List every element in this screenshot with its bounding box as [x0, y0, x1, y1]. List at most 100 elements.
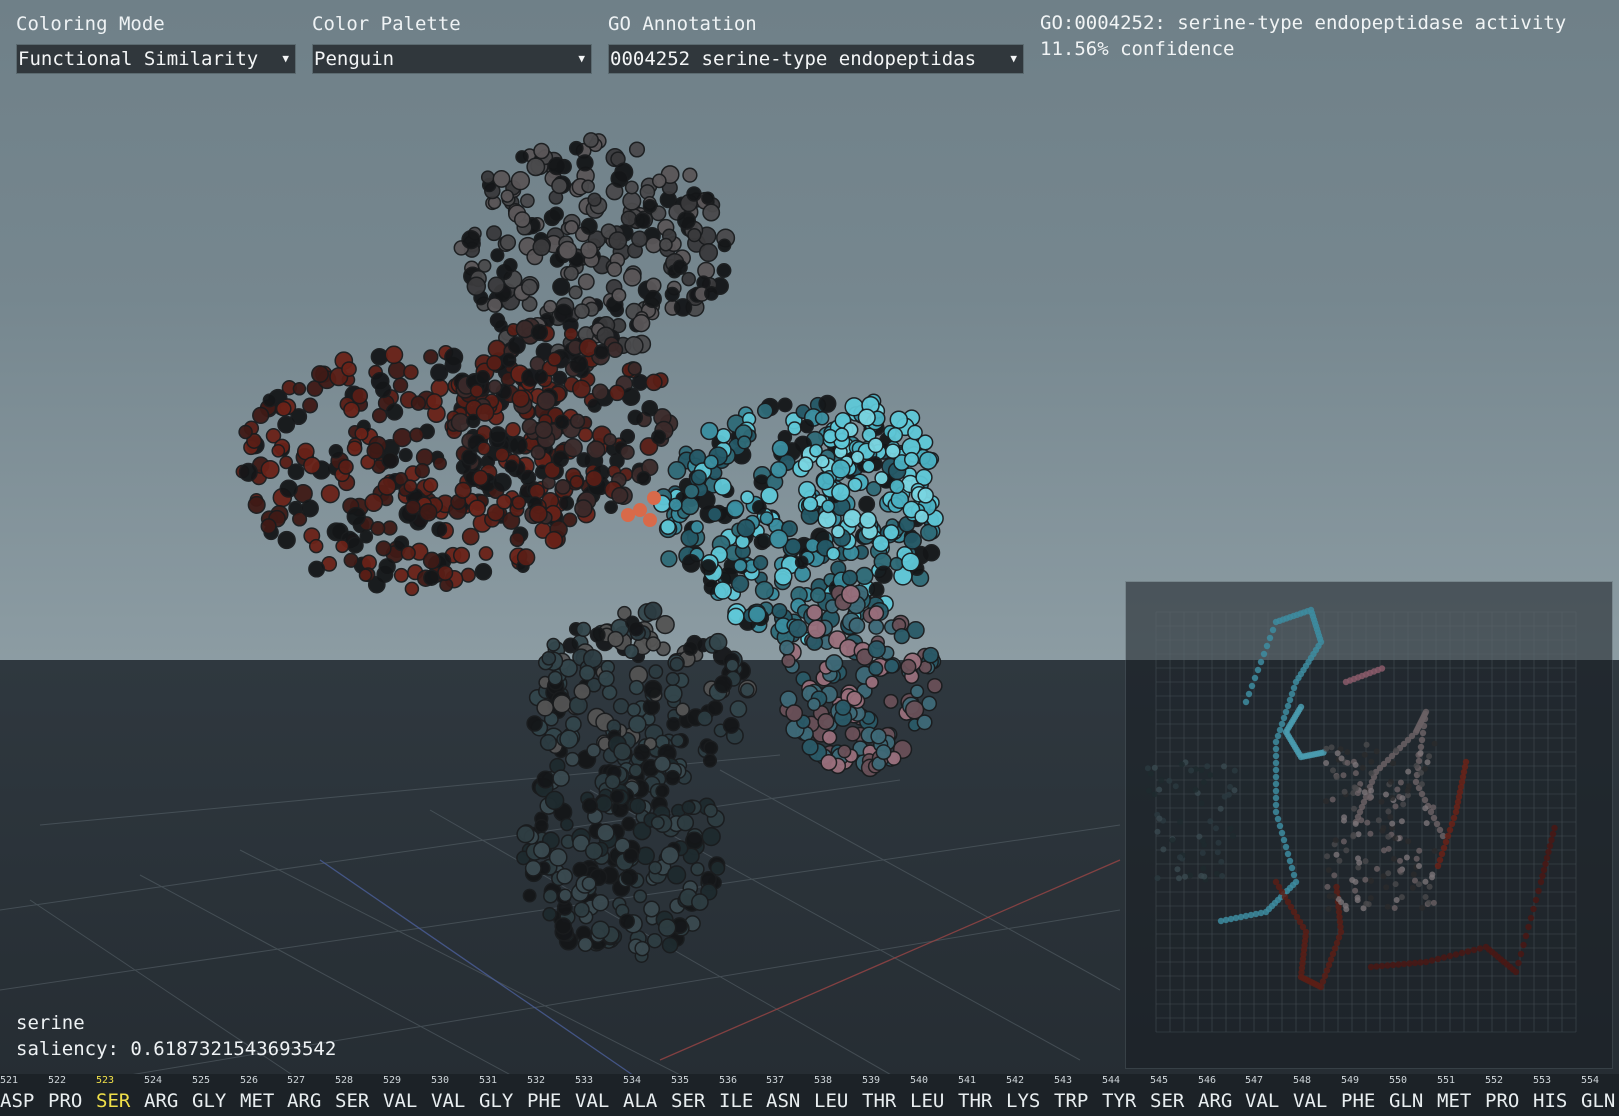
minimap-point	[1350, 833, 1357, 840]
atom	[422, 477, 439, 493]
chevron-down-icon: ▼	[282, 52, 289, 65]
sequence-residue[interactable]: 537 ASN	[766, 1074, 814, 1116]
sequence-residue[interactable]: 550 GLN	[1389, 1074, 1437, 1116]
minimap-point	[1221, 793, 1228, 800]
minimap-point	[1404, 787, 1411, 794]
minimap-point	[1405, 838, 1412, 845]
minimap-point	[1278, 829, 1286, 837]
minimap-point	[1362, 876, 1369, 883]
residue-name: serine	[16, 1012, 85, 1034]
sequence-residue[interactable]: 549 PHE	[1341, 1074, 1389, 1116]
minimap-point	[1398, 818, 1405, 825]
sequence-residue[interactable]: 521 ASP	[0, 1074, 48, 1116]
atom	[591, 383, 609, 401]
minimap-point	[1421, 715, 1429, 723]
minimap-point	[1352, 761, 1359, 768]
minimap-point	[1406, 960, 1413, 967]
sequence-residue[interactable]: 533 VAL	[575, 1074, 623, 1116]
sequence-residue[interactable]: 538 LEU	[814, 1074, 862, 1116]
sequence-residue[interactable]: 553 HIS	[1533, 1074, 1581, 1116]
atom	[825, 654, 844, 673]
atom	[410, 395, 427, 411]
sequence-residue[interactable]: 528 SER	[335, 1074, 383, 1116]
atom	[461, 230, 481, 250]
minimap-point	[1199, 850, 1206, 856]
sequence-residue[interactable]: 542 LYS	[1006, 1074, 1054, 1116]
sequence-residue[interactable]: 529 VAL	[383, 1074, 431, 1116]
sequence-residue[interactable]: 523 SER	[96, 1074, 144, 1116]
minimap-point	[1231, 767, 1238, 774]
sequence-residue[interactable]: 548 VAL	[1293, 1074, 1341, 1116]
atom	[657, 918, 677, 937]
atom	[817, 713, 835, 731]
minimap-point	[1403, 854, 1410, 861]
sequence-residue[interactable]: 536 ILE	[719, 1074, 767, 1116]
atom	[552, 277, 571, 296]
residue-number: 536	[719, 1075, 738, 1086]
residue-number: 527	[287, 1075, 306, 1086]
atom	[466, 276, 487, 297]
atom	[583, 132, 599, 149]
atom	[556, 867, 574, 885]
residue-number: 548	[1293, 1075, 1312, 1086]
sequence-residue[interactable]: 547 VAL	[1245, 1074, 1293, 1116]
sequence-residue[interactable]: 527 ARG	[287, 1074, 335, 1116]
minimap-panel[interactable]	[1126, 582, 1612, 1068]
sequence-residue[interactable]: 530 VAL	[431, 1074, 479, 1116]
minimap-point	[1338, 755, 1345, 762]
atom	[707, 699, 724, 716]
atom	[409, 427, 425, 443]
minimap-point	[1419, 904, 1426, 911]
atom	[726, 499, 745, 518]
sequence-residue[interactable]: 531 GLY	[479, 1074, 527, 1116]
minimap-point	[1431, 848, 1438, 854]
minimap-point	[1352, 785, 1359, 792]
sequence-residue[interactable]: 526 MET	[240, 1074, 288, 1116]
minimap-plot	[1144, 606, 1577, 1033]
sequence-residue[interactable]: 544 TYR	[1102, 1074, 1150, 1116]
sequence-residue[interactable]: 551 MET	[1437, 1074, 1485, 1116]
minimap-point	[1390, 760, 1396, 767]
minimap-point	[1383, 791, 1389, 798]
atom	[669, 656, 685, 672]
residue-number: 540	[910, 1075, 929, 1086]
minimap-point	[1399, 795, 1406, 802]
atom	[633, 743, 651, 762]
color-palette-select[interactable]: Penguin ▼	[312, 44, 592, 74]
atom	[868, 660, 884, 677]
atom	[403, 364, 419, 380]
sequence-residue[interactable]: 539 THR	[862, 1074, 910, 1116]
sequence-residue[interactable]: 522 PRO	[48, 1074, 96, 1116]
atom	[777, 397, 793, 413]
sequence-residue[interactable]: 524 ARG	[144, 1074, 192, 1116]
atom	[861, 459, 876, 474]
atom	[756, 402, 774, 420]
sequence-residue[interactable]: 540 LEU	[910, 1074, 958, 1116]
atom	[247, 495, 266, 514]
sequence-residue[interactable]: 535 SER	[671, 1074, 719, 1116]
sequence-residue[interactable]: 546 ARG	[1198, 1074, 1246, 1116]
atom	[643, 289, 662, 309]
minimap-point	[1400, 801, 1407, 808]
coloring-mode-select[interactable]: Functional Similarity ▼	[16, 44, 296, 74]
go-annotation-select[interactable]: 0004252 serine-type endopeptidas ▼	[608, 44, 1024, 74]
minimap-point	[1260, 650, 1268, 658]
residue-code: ARG	[287, 1090, 322, 1112]
sequence-residue[interactable]: 554 GLN	[1581, 1074, 1619, 1116]
atom	[628, 141, 646, 158]
sequence-residue[interactable]: 534 ALA	[623, 1074, 671, 1116]
atom	[831, 524, 846, 539]
atom	[486, 297, 503, 313]
atom	[729, 700, 748, 718]
atom	[487, 379, 503, 395]
sequence-residue[interactable]: 545 SER	[1150, 1074, 1198, 1116]
sequence-residue[interactable]: 532 PHE	[527, 1074, 575, 1116]
minimap-point	[1436, 826, 1444, 834]
sequence-residue[interactable]: 552 PRO	[1485, 1074, 1533, 1116]
sequence-residue[interactable]: 543 TRP	[1054, 1074, 1102, 1116]
atom	[595, 795, 613, 813]
sequence-residue[interactable]: 525 GLY	[192, 1074, 240, 1116]
minimap-point	[1413, 762, 1420, 769]
sequence-residue[interactable]: 541 THR	[958, 1074, 1006, 1116]
minimap-point	[1440, 844, 1448, 852]
